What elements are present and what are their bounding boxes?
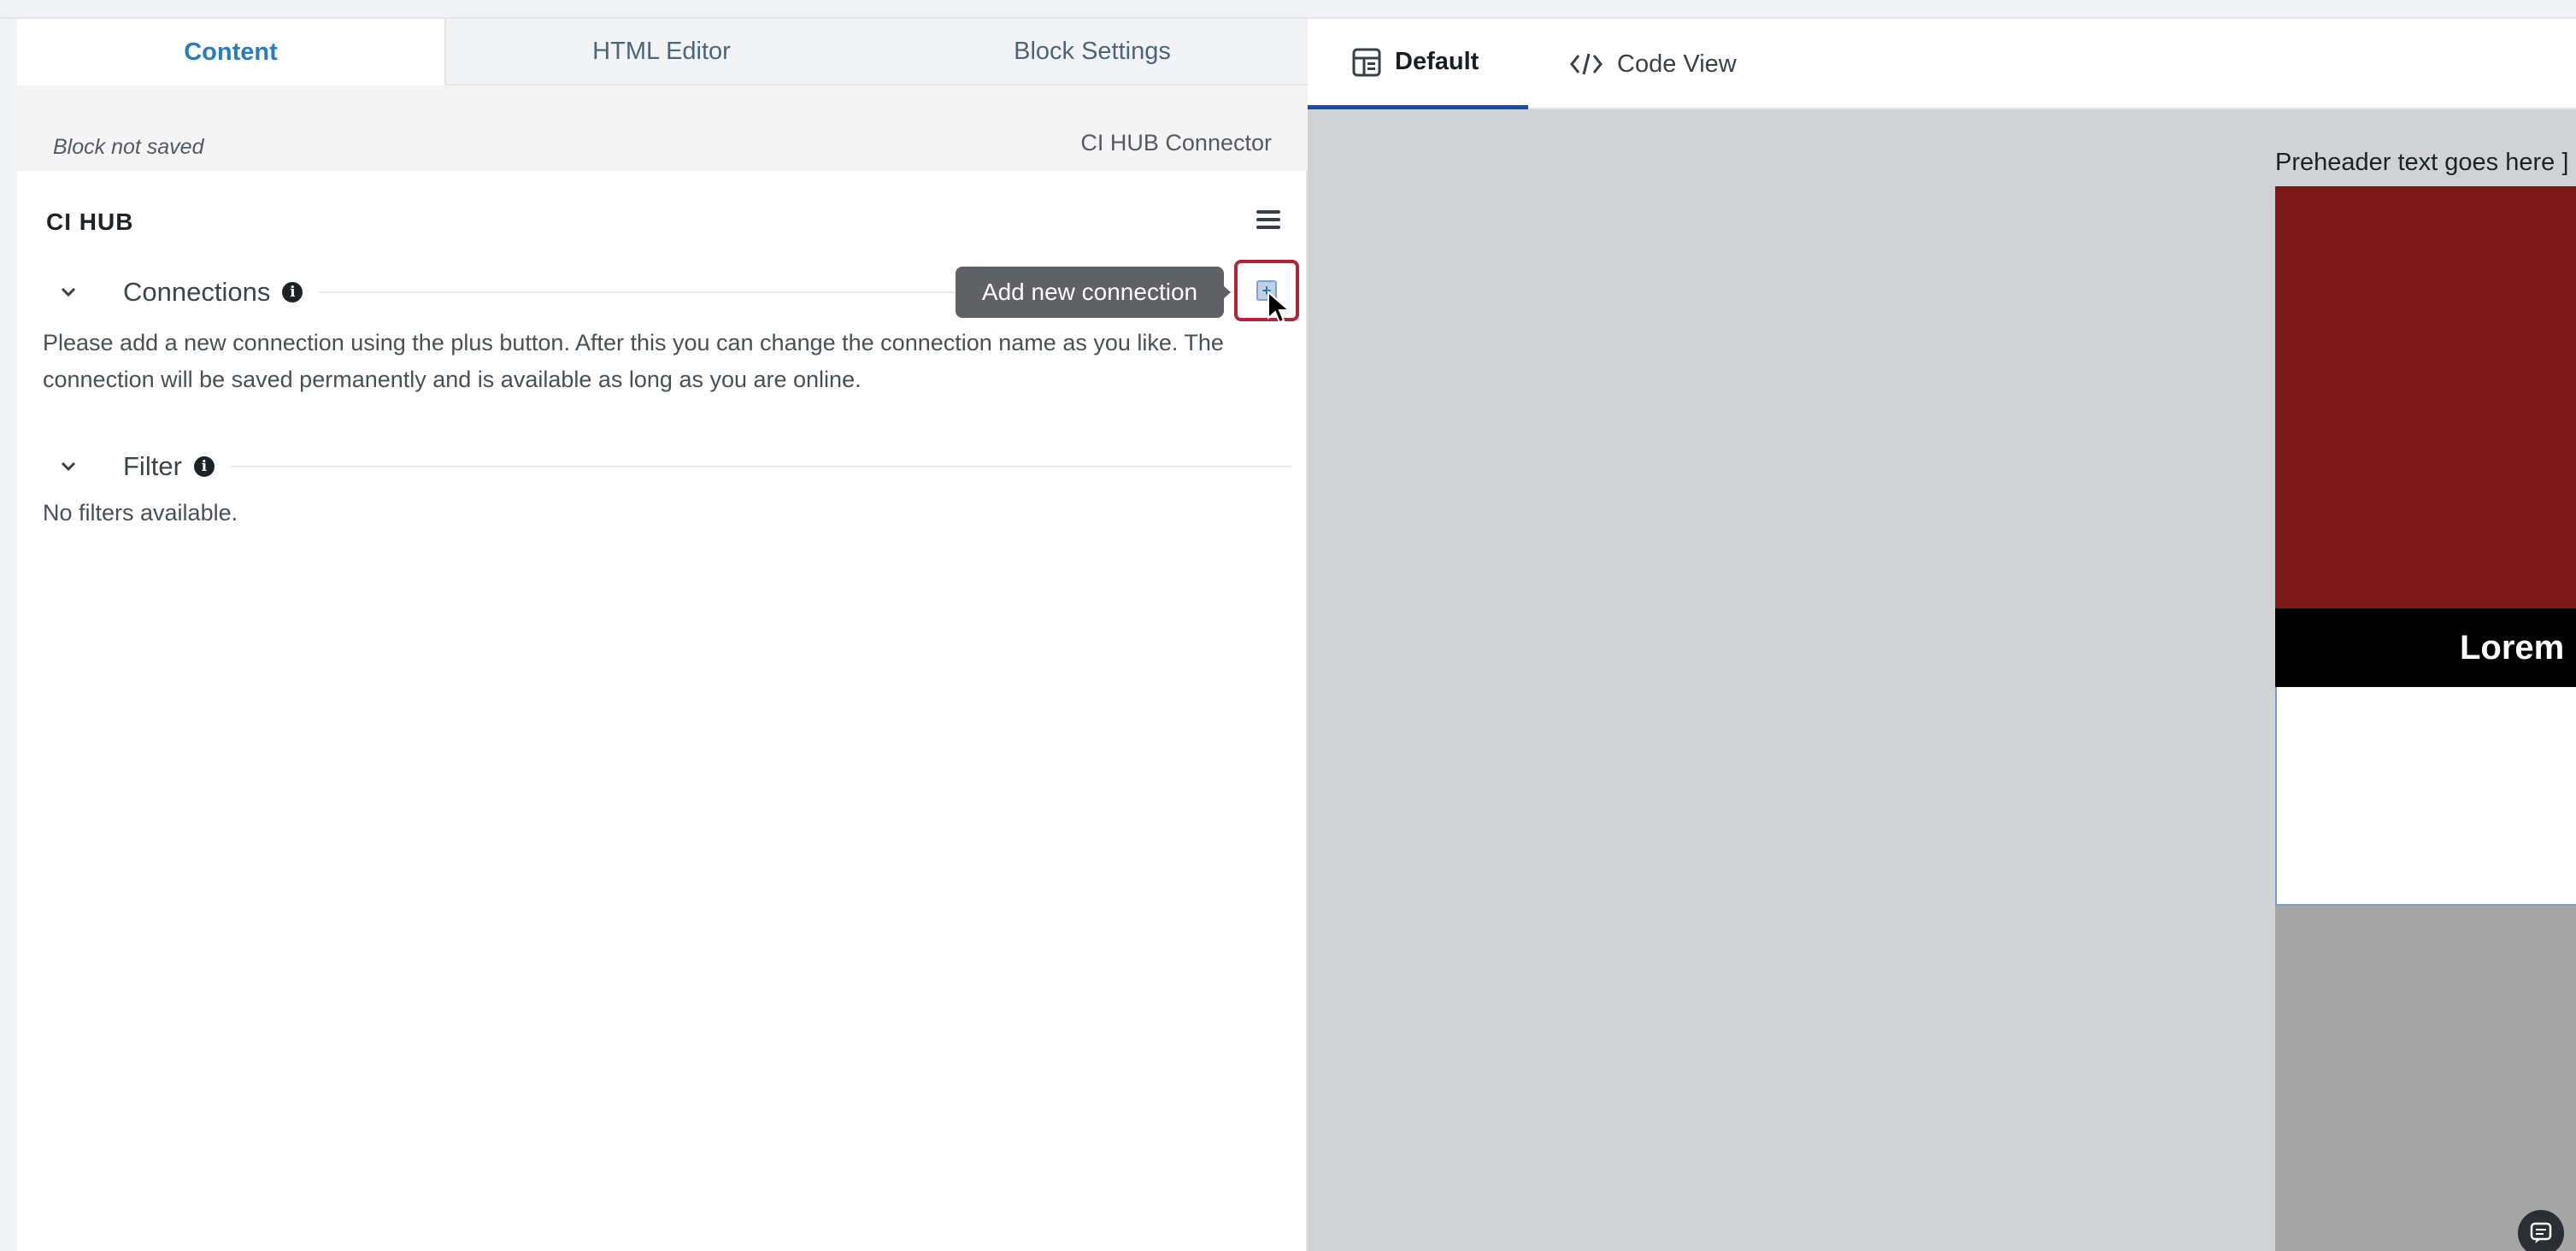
tab-block-settings[interactable]: Block Settings: [877, 19, 1308, 85]
tab-html-editor[interactable]: HTML Editor: [446, 19, 877, 85]
email-preview-canvas: Preheader text goes here ] Lorem i: [1308, 109, 2576, 1251]
tab-content[interactable]: Content: [17, 19, 446, 85]
default-view-label: Default: [1395, 48, 1479, 75]
chat-icon: [2530, 1222, 2552, 1243]
filter-section-header: Filter i: [51, 448, 1292, 485]
preheader-text: Preheader text goes here ]: [2275, 149, 2569, 176]
chevron-down-icon[interactable]: [51, 449, 85, 484]
chevron-down-icon[interactable]: [51, 275, 85, 309]
email-body: Lorem i: [2275, 186, 2576, 1251]
preview-panel: Default Code View Preheader text goes he…: [1308, 19, 2576, 1251]
top-strip: [0, 0, 2576, 19]
block-status: Block not saved: [53, 135, 204, 159]
section-divider: [229, 466, 1292, 467]
app-title: CI HUB: [46, 208, 134, 235]
code-icon: [1570, 53, 1603, 75]
filter-title: Filter: [123, 451, 182, 481]
editor-panel: Content HTML Editor Block Settings Block…: [17, 19, 1308, 1251]
info-icon[interactable]: i: [193, 456, 215, 477]
connector-name: CI HUB Connector: [1080, 130, 1272, 156]
filter-empty-text: No filters available.: [43, 500, 238, 526]
info-icon[interactable]: i: [282, 282, 303, 302]
view-tabs: Default Code View: [1308, 19, 2576, 109]
editor-tabs: Content HTML Editor Block Settings: [17, 19, 1308, 85]
layout-icon: [1352, 48, 1381, 76]
mouse-cursor-icon: [1267, 291, 1291, 324]
content-block[interactable]: [2275, 687, 2576, 906]
hero-block[interactable]: [2275, 186, 2576, 608]
code-view-label: Code View: [1617, 50, 1737, 78]
connections-title: Connections: [123, 277, 271, 307]
connections-description: Please add a new connection using the pl…: [43, 330, 1224, 392]
add-connection-tooltip: Add new connection: [956, 267, 1224, 318]
hamburger-menu-icon[interactable]: [1256, 210, 1280, 232]
status-row: Block not saved CI HUB Connector: [17, 85, 1308, 171]
tab-code-view[interactable]: Code View: [1569, 19, 1737, 109]
feedback-button[interactable]: [2518, 1210, 2564, 1251]
tooltip-arrow: [1222, 285, 1231, 300]
tab-default-view[interactable]: Default: [1308, 19, 1528, 109]
title-bar-block[interactable]: Lorem i: [2275, 608, 2576, 687]
screen: Content HTML Editor Block Settings Block…: [0, 0, 2576, 1251]
